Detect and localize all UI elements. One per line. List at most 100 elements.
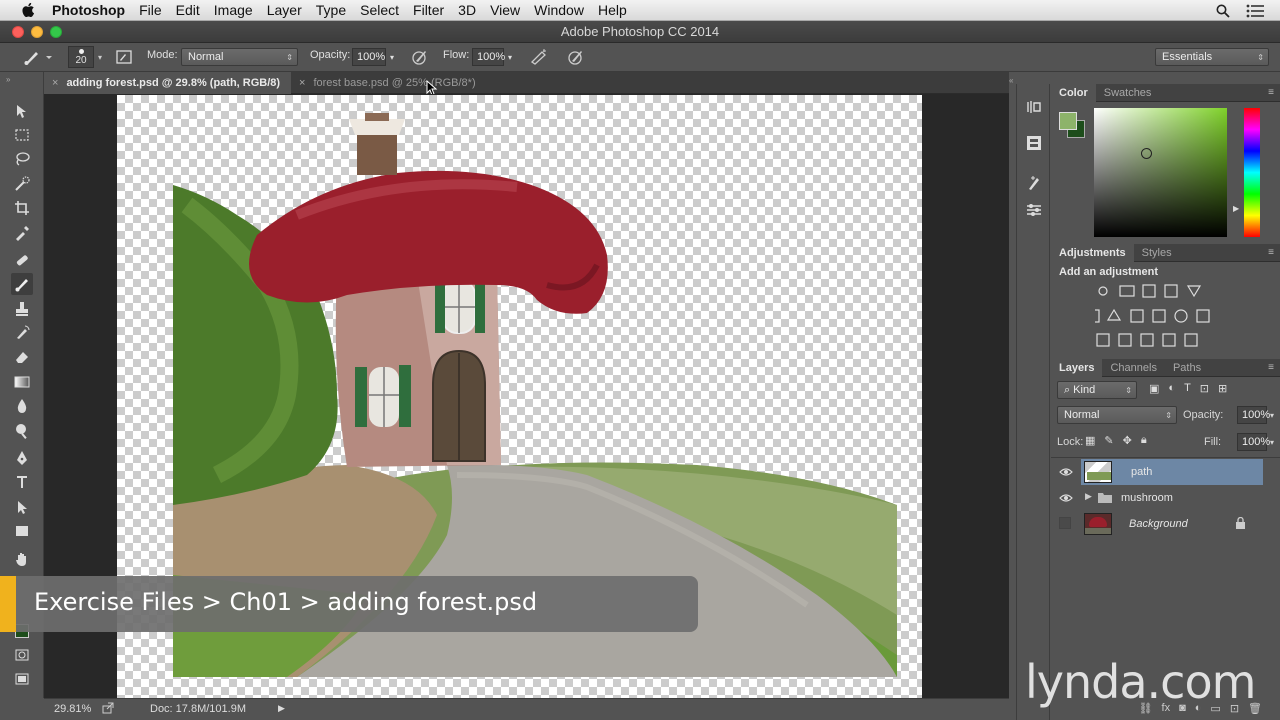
tab-paths[interactable]: Paths — [1165, 359, 1209, 377]
tab-channels[interactable]: Channels — [1102, 359, 1164, 377]
hand-tool-icon[interactable] — [11, 548, 33, 570]
color-lookup-icon[interactable] — [1196, 309, 1210, 323]
workspace-dropdown[interactable]: Essentials ⇕ — [1155, 48, 1269, 66]
visibility-eye-icon[interactable] — [1059, 491, 1073, 505]
chevron-down-icon[interactable]: ▾ — [1270, 411, 1274, 420]
share-icon[interactable] — [102, 702, 114, 717]
threshold-icon[interactable] — [1140, 333, 1154, 347]
eraser-tool-icon[interactable] — [11, 346, 33, 368]
visibility-toggle-empty[interactable] — [1059, 517, 1071, 529]
hue-slider[interactable] — [1244, 108, 1260, 237]
vibrance-icon[interactable] — [1186, 285, 1202, 298]
menu-filter[interactable]: Filter — [413, 2, 458, 18]
collapse-dock-icon[interactable]: « — [1009, 76, 1013, 85]
exposure-icon[interactable] — [1164, 284, 1178, 298]
healing-brush-tool-icon[interactable] — [11, 249, 33, 271]
panel-menu-icon[interactable]: ≡ — [1268, 247, 1274, 258]
tab-layers[interactable]: Layers — [1051, 358, 1103, 377]
lasso-tool-icon[interactable] — [11, 148, 33, 170]
history-brush-tool-icon[interactable] — [11, 322, 33, 344]
collapse-icon[interactable]: » — [6, 75, 10, 84]
airbrush-icon[interactable] — [529, 48, 549, 66]
history-panel-icon[interactable] — [1025, 98, 1043, 116]
path-selection-tool-icon[interactable] — [11, 496, 33, 518]
lock-position-icon[interactable]: ✥ — [1123, 434, 1132, 447]
hue-saturation-icon[interactable] — [1086, 309, 1100, 323]
mode-dropdown[interactable]: Normal ⇕ — [181, 48, 298, 66]
toggle-brush-panel-button[interactable] — [115, 48, 133, 66]
brush-presets-panel-icon[interactable] — [1025, 201, 1043, 219]
flow-field[interactable]: 100% ▾ — [472, 48, 512, 66]
tab-color[interactable]: Color — [1051, 83, 1096, 102]
tool-preset-picker[interactable] — [22, 48, 52, 66]
menu-edit[interactable]: Edit — [176, 2, 214, 18]
clone-stamp-tool-icon[interactable] — [11, 298, 33, 320]
brush-tool-icon[interactable] — [11, 273, 33, 295]
shape-filter-icon[interactable]: ⊡ — [1200, 382, 1209, 395]
levels-icon[interactable] — [1119, 285, 1135, 297]
eyedropper-tool-icon[interactable] — [11, 222, 33, 244]
chevron-down-icon[interactable]: ▾ — [1270, 438, 1274, 447]
color-field[interactable] — [1094, 108, 1227, 237]
quick-mask-icon[interactable] — [11, 644, 33, 666]
pixel-filter-icon[interactable]: ▣ — [1149, 382, 1159, 395]
visibility-eye-icon[interactable] — [1059, 465, 1073, 479]
foreground-color-swatch[interactable] — [1059, 112, 1077, 130]
gradient-map-icon[interactable] — [1184, 333, 1198, 347]
tablet-pressure-opacity-icon[interactable] — [410, 48, 430, 66]
brightness-contrast-icon[interactable] — [1098, 286, 1108, 296]
rectangle-tool-icon[interactable] — [11, 520, 33, 542]
tab-styles[interactable]: Styles — [1134, 244, 1180, 262]
color-picker-marker[interactable] — [1141, 148, 1152, 159]
zoom-level[interactable]: 29.81% — [54, 703, 91, 715]
layer-filter-dropdown[interactable]: ⌕ Kind ⇕ — [1057, 381, 1137, 399]
lock-transparent-pixels-icon[interactable]: ▦ — [1085, 434, 1095, 447]
move-tool-icon[interactable] — [11, 100, 33, 122]
spotlight-search-icon[interactable] — [1216, 4, 1230, 18]
menu-type[interactable]: Type — [316, 2, 360, 18]
tab-adjustments[interactable]: Adjustments — [1051, 243, 1134, 262]
menu-view[interactable]: View — [490, 2, 534, 18]
crop-tool-icon[interactable] — [11, 197, 33, 219]
smart-object-filter-icon[interactable]: ⊞ — [1218, 382, 1227, 395]
menu-select[interactable]: Select — [360, 2, 413, 18]
expand-group-icon[interactable]: ▶ — [1085, 491, 1092, 502]
brush-panel-icon[interactable] — [1025, 174, 1043, 192]
color-balance-icon[interactable] — [1106, 308, 1122, 321]
tablet-pressure-size-icon[interactable] — [566, 48, 586, 66]
posterize-icon[interactable] — [1118, 333, 1132, 347]
pen-tool-icon[interactable] — [11, 447, 33, 469]
curves-icon[interactable] — [1142, 284, 1156, 298]
invert-icon[interactable] — [1096, 333, 1110, 347]
fill-field[interactable]: 100% ▾ — [1237, 433, 1274, 451]
status-menu-arrow-icon[interactable]: ▶ — [278, 703, 285, 714]
menu-layer[interactable]: Layer — [267, 2, 316, 18]
close-tab-icon[interactable]: × — [299, 77, 305, 89]
adjustment-filter-icon[interactable]: ◐ — [1168, 382, 1175, 395]
hue-slider-handle-icon[interactable]: ▶ — [1233, 204, 1239, 213]
properties-panel-icon[interactable] — [1025, 134, 1043, 152]
black-white-icon[interactable] — [1130, 309, 1144, 323]
chevron-down-icon[interactable]: ▾ — [390, 53, 394, 62]
lock-all-icon[interactable]: 🔒︎ — [1141, 434, 1147, 447]
tab-adding-forest[interactable]: × adding forest.psd @ 29.8% (path, RGB/8… — [44, 72, 291, 94]
screen-mode-icon[interactable] — [11, 668, 33, 690]
close-tab-icon[interactable]: × — [52, 77, 58, 89]
blend-mode-dropdown[interactable]: Normal ⇕ — [1057, 406, 1177, 424]
selective-color-icon[interactable] — [1162, 333, 1176, 347]
brush-size-picker[interactable]: 20 ▾ — [68, 46, 108, 68]
layer-row-background[interactable]: Background — [1051, 511, 1263, 537]
type-filter-icon[interactable]: T — [1184, 382, 1191, 395]
photo-filter-icon[interactable] — [1152, 309, 1166, 323]
menu-help[interactable]: Help — [598, 2, 641, 18]
channel-mixer-icon[interactable] — [1174, 309, 1188, 323]
menu-image[interactable]: Image — [214, 2, 267, 18]
notification-center-icon[interactable] — [1246, 4, 1264, 18]
tab-forest-base[interactable]: × forest base.psd @ 25% (RGB/8*) — [291, 72, 491, 94]
gradient-tool-icon[interactable] — [11, 371, 33, 393]
marquee-tool-icon[interactable] — [11, 124, 33, 146]
quick-selection-tool-icon[interactable] — [11, 173, 33, 195]
chevron-down-icon[interactable]: ▾ — [508, 53, 512, 62]
type-tool-icon[interactable] — [11, 471, 33, 493]
panel-menu-icon[interactable]: ≡ — [1268, 362, 1274, 373]
